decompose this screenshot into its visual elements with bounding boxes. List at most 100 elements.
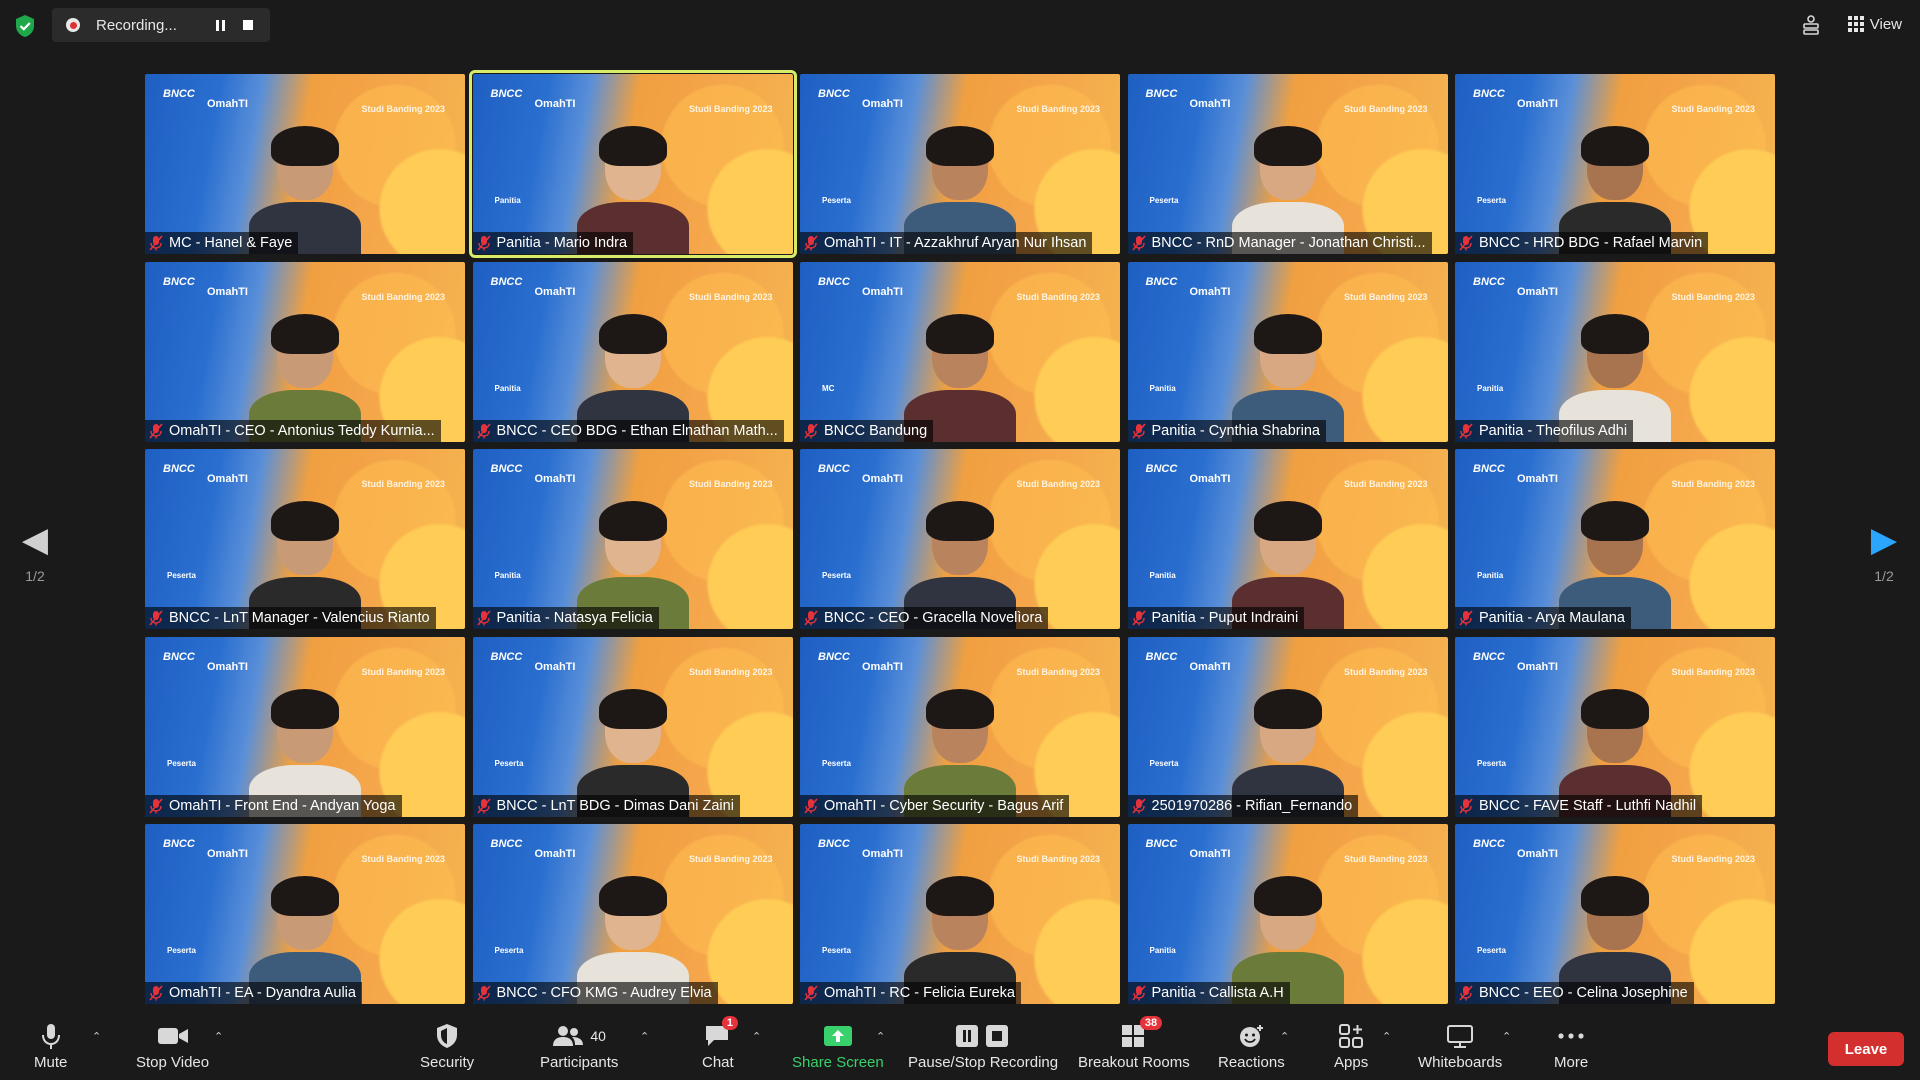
- participant-role-tag: Peserta: [1149, 758, 1179, 768]
- pause-recording-button[interactable]: [206, 12, 234, 38]
- muted-microphone-icon: [149, 235, 163, 251]
- immersive-view-icon[interactable]: [1800, 14, 1822, 36]
- participant-video-tile[interactable]: BNCC OmahTI Studi Banding 2023 Panitia Panit…: [1455, 261, 1775, 442]
- participant-video-tile[interactable]: BNCC OmahTI Studi Banding 2023 Peserta BNCC …: [1455, 74, 1775, 254]
- reactions-button[interactable]: Reactions: [1218, 1022, 1285, 1071]
- participant-role-tag: Panitia: [1149, 571, 1176, 580]
- participant-video-tile[interactable]: BNCC OmahTI Studi Banding 2023 Peserta OmahT…: [800, 824, 1120, 1004]
- participant-name: Panitia - Puput Indraini: [1151, 610, 1299, 626]
- muted-microphone-icon: [476, 985, 491, 1001]
- participant-video-tile[interactable]: BNCC OmahTI Studi Banding 2023 OmahTI - CEO…: [145, 261, 465, 442]
- event-watermark: Studi Banding 2023: [1016, 104, 1100, 114]
- participant-name: BNCC - FAVE Staff - Luthfi Nadhil: [1479, 797, 1697, 814]
- share-screen-icon: [823, 1022, 853, 1050]
- participant-video-tile[interactable]: BNCC OmahTI Studi Banding 2023 Panitia Panit…: [1127, 261, 1448, 442]
- chat-options-chevron-icon[interactable]: ⌃: [752, 1030, 761, 1043]
- pause-stop-recording-button[interactable]: Pause/Stop Recording: [908, 1022, 1058, 1071]
- event-watermark: Studi Banding 2023: [1671, 666, 1755, 677]
- omahti-logo: OmahTI: [862, 98, 903, 110]
- participant-video-tile[interactable]: BNCC OmahTI Studi Banding 2023 Panitia Panit…: [468, 70, 797, 258]
- participant-name: OmahTI - EA - Dyandra Aulia: [169, 985, 356, 1001]
- view-button[interactable]: View: [1847, 8, 1902, 40]
- participant-video-tile[interactable]: BNCC OmahTI Studi Banding 2023 Panitia Panit…: [1127, 824, 1448, 1004]
- participant-role-tag: Panitia: [494, 196, 521, 205]
- muted-microphone-icon: [804, 235, 818, 251]
- participant-name: OmahTI - Front End - Andyan Yoga: [169, 797, 396, 814]
- event-watermark: Studi Banding 2023: [688, 479, 773, 489]
- mute-button[interactable]: Mute: [34, 1022, 67, 1071]
- participant-video-tile[interactable]: BNCC OmahTI Studi Banding 2023 Peserta BNCC …: [145, 449, 465, 629]
- participant-role-tag: Peserta: [1477, 946, 1506, 955]
- recording-indicator: Recording...: [52, 8, 270, 42]
- participant-video-tile[interactable]: BNCC OmahTI Studi Banding 2023 Peserta BNCC …: [1127, 74, 1448, 254]
- share-screen-button[interactable]: Share Screen: [792, 1022, 884, 1071]
- omahti-logo: OmahTI: [1189, 660, 1231, 673]
- whiteboards-label: Whiteboards: [1418, 1054, 1503, 1071]
- muted-microphone-icon: [1131, 985, 1146, 1001]
- participant-name: MC - Hanel & Faye: [169, 235, 293, 251]
- view-label: View: [1869, 15, 1902, 33]
- omahti-logo: OmahTI: [207, 473, 248, 485]
- participant-video-tile[interactable]: BNCC OmahTI Studi Banding 2023 Peserta OmahT…: [145, 636, 465, 817]
- omahti-logo: OmahTI: [534, 473, 576, 485]
- security-shield-icon[interactable]: [14, 14, 36, 38]
- stop-recording-button[interactable]: [234, 12, 262, 38]
- more-button[interactable]: More: [1554, 1022, 1588, 1071]
- participant-video-tile[interactable]: BNCC OmahTI Studi Banding 2023 Peserta BNCC …: [1455, 824, 1775, 1004]
- participant-video-tile[interactable]: BNCC OmahTI Studi Banding 2023 Panitia Panit…: [472, 449, 793, 629]
- participants-options-chevron-icon[interactable]: ⌃: [640, 1030, 649, 1043]
- chat-icon: 1: [704, 1016, 738, 1050]
- bncc-logo: BNCC: [1473, 650, 1505, 663]
- whiteboards-options-chevron-icon[interactable]: ⌃: [1502, 1030, 1511, 1043]
- participant-video-tile[interactable]: BNCC OmahTI Studi Banding 2023 Peserta BNCC …: [800, 449, 1120, 629]
- apps-options-chevron-icon[interactable]: ⌃: [1382, 1030, 1391, 1043]
- participant-name: BNCC - CFO KMG - Audrey Elvia: [496, 985, 712, 1001]
- participant-video-tile[interactable]: BNCC OmahTI Studi Banding 2023 Panitia BNCC …: [472, 261, 793, 442]
- leave-button[interactable]: Leave: [1828, 1032, 1904, 1066]
- video-camera-icon: [157, 1022, 189, 1050]
- participant-video-tile[interactable]: BNCC OmahTI Studi Banding 2023 Peserta 25019…: [1127, 636, 1448, 817]
- participant-video-tile[interactable]: BNCC OmahTI Studi Banding 2023 MC BNCC Bandu…: [800, 261, 1120, 442]
- grid-view-icon: [1847, 16, 1864, 32]
- participant-video-tile[interactable]: BNCC OmahTI Studi Banding 2023 Peserta OmahT…: [800, 74, 1120, 254]
- muted-microphone-icon: [476, 610, 491, 626]
- participant-video-tile[interactable]: BNCC OmahTI Studi Banding 2023 Peserta BNCC …: [472, 636, 793, 817]
- muted-microphone-icon: [1459, 610, 1473, 626]
- participant-name-tag: Panitia - Puput Indraini: [1127, 607, 1305, 629]
- muted-microphone-icon: [1459, 422, 1473, 439]
- stop-icon: [243, 20, 253, 30]
- participant-video-tile[interactable]: BNCC OmahTI Studi Banding 2023 MC - Hanel &…: [145, 74, 465, 254]
- bncc-logo: BNCC: [1145, 88, 1178, 100]
- apps-icon: [1338, 1022, 1364, 1050]
- reactions-options-chevron-icon[interactable]: ⌃: [1280, 1030, 1289, 1043]
- participant-video-tile[interactable]: BNCC OmahTI Studi Banding 2023 Peserta BNCC …: [1455, 636, 1775, 817]
- event-watermark: Studi Banding 2023: [1343, 666, 1428, 677]
- participant-name-tag: BNCC - CFO KMG - Audrey Elvia: [472, 982, 718, 1004]
- security-button[interactable]: Security: [420, 1022, 474, 1071]
- previous-page-button[interactable]: ◀ 1/2: [15, 520, 55, 584]
- participant-video-tile[interactable]: BNCC OmahTI Studi Banding 2023 Peserta BNCC …: [472, 824, 793, 1004]
- participant-video-tile[interactable]: BNCC OmahTI Studi Banding 2023 Panitia Panit…: [1455, 449, 1775, 629]
- participant-video-tile[interactable]: BNCC OmahTI Studi Banding 2023 Peserta OmahT…: [145, 824, 465, 1004]
- recording-dot-icon: [66, 18, 80, 32]
- whiteboards-button[interactable]: Whiteboards: [1418, 1022, 1502, 1071]
- omahti-logo: OmahTI: [1517, 848, 1558, 860]
- bncc-logo: BNCC: [163, 88, 195, 100]
- breakout-rooms-button[interactable]: 38 Breakout Rooms: [1078, 1016, 1190, 1071]
- participant-name: Panitia - Callista A.H: [1151, 985, 1284, 1001]
- stop-video-button[interactable]: Stop Video: [136, 1022, 209, 1071]
- audio-options-chevron-icon[interactable]: ⌃: [92, 1030, 101, 1043]
- apps-button[interactable]: Apps: [1334, 1022, 1368, 1071]
- participant-role-tag: Panitia: [1149, 383, 1176, 393]
- chat-button[interactable]: 1 Chat: [702, 1016, 738, 1071]
- share-options-chevron-icon[interactable]: ⌃: [876, 1030, 885, 1043]
- participants-button[interactable]: 40 Participants: [540, 1022, 618, 1071]
- next-page-button[interactable]: ▶ 1/2: [1864, 520, 1904, 584]
- bncc-logo: BNCC: [490, 88, 523, 100]
- event-watermark: Studi Banding 2023: [1343, 291, 1428, 302]
- video-options-chevron-icon[interactable]: ⌃: [214, 1030, 223, 1043]
- participant-video-tile[interactable]: BNCC OmahTI Studi Banding 2023 Peserta OmahT…: [800, 636, 1120, 817]
- participant-name-tag: BNCC - LnT Manager - Valencius Rianto: [145, 607, 436, 629]
- pause-stop-recording-label: Pause/Stop Recording: [908, 1054, 1059, 1071]
- participant-video-tile[interactable]: BNCC OmahTI Studi Banding 2023 Panitia Panit…: [1127, 449, 1448, 629]
